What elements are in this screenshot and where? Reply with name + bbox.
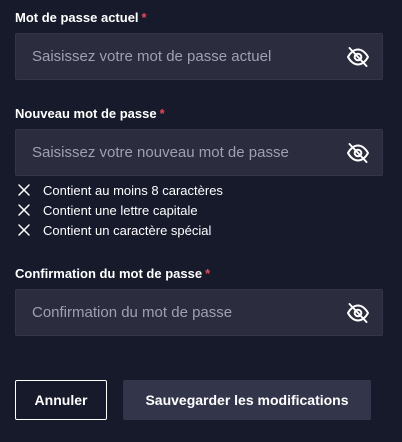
new-password-label: Nouveau mot de passe * xyxy=(15,106,165,122)
required-marker: * xyxy=(205,266,211,281)
current-password-label-text: Mot de passe actuel xyxy=(15,10,139,25)
password-rule: Contient une lettre capitale xyxy=(17,200,223,220)
eye-slash-icon xyxy=(347,303,369,323)
password-rules-list: Contient au moins 8 caractères Contient … xyxy=(17,180,223,240)
eye-slash-icon xyxy=(347,47,369,67)
x-icon xyxy=(18,224,30,236)
current-password-visibility-toggle[interactable] xyxy=(346,46,370,68)
current-password-input[interactable] xyxy=(16,34,336,79)
required-marker: * xyxy=(141,10,147,25)
confirm-password-label-text: Confirmation du mot de passe xyxy=(15,266,203,281)
confirm-password-field xyxy=(15,289,383,336)
current-password-label: Mot de passe actuel * xyxy=(15,10,147,26)
cancel-button[interactable]: Annuler xyxy=(15,380,107,420)
confirm-password-input[interactable] xyxy=(16,290,336,335)
eye-slash-icon xyxy=(347,143,369,163)
x-icon xyxy=(18,184,30,196)
new-password-field xyxy=(15,129,383,176)
required-marker: * xyxy=(159,106,165,121)
password-rule-text: Contient au moins 8 caractères xyxy=(43,182,223,198)
new-password-visibility-toggle[interactable] xyxy=(346,142,370,164)
password-rule-text: Contient une lettre capitale xyxy=(43,202,198,218)
password-rule: Contient un caractère spécial xyxy=(17,220,223,240)
current-password-field xyxy=(15,33,383,80)
new-password-input[interactable] xyxy=(16,130,336,175)
password-rule-text: Contient un caractère spécial xyxy=(43,222,212,238)
confirm-password-label: Confirmation du mot de passe * xyxy=(15,266,210,282)
save-changes-button[interactable]: Sauvegarder les modifications xyxy=(123,380,371,420)
x-icon xyxy=(18,204,30,216)
new-password-label-text: Nouveau mot de passe xyxy=(15,106,157,121)
password-rule: Contient au moins 8 caractères xyxy=(17,180,223,200)
confirm-password-visibility-toggle[interactable] xyxy=(346,302,370,324)
